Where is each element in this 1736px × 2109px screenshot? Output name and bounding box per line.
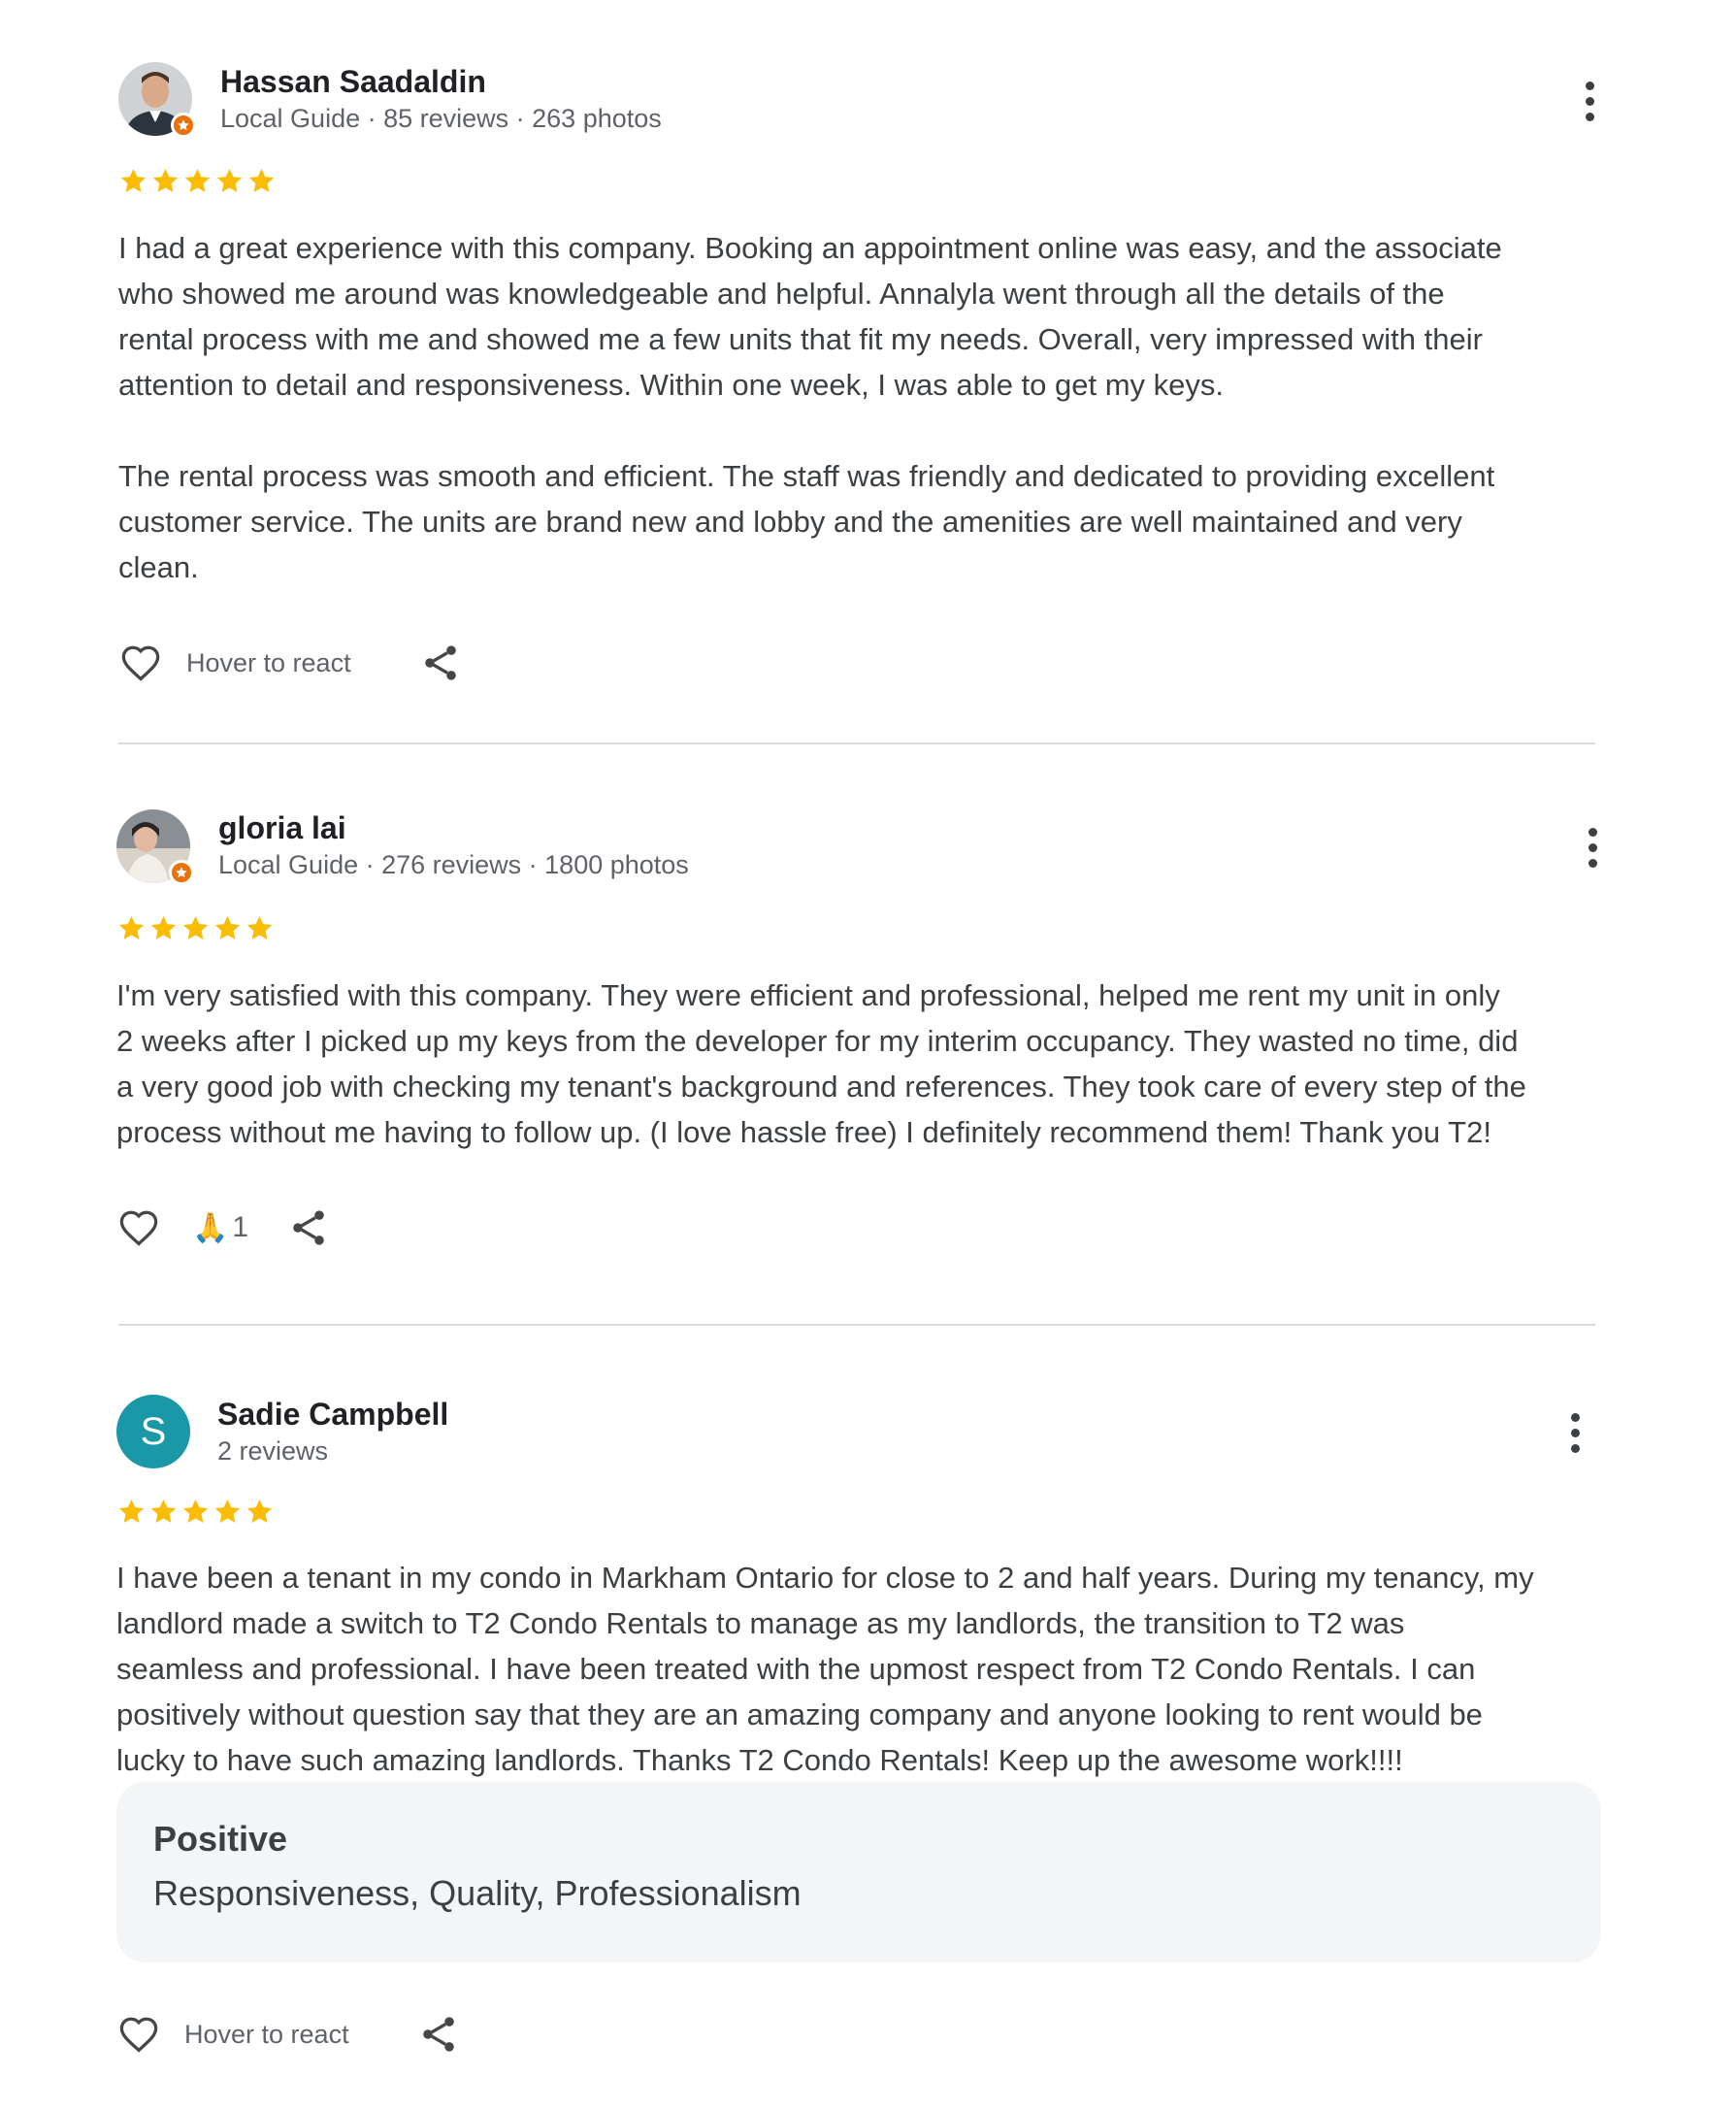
divider: [118, 742, 1595, 744]
star-icon: [150, 166, 180, 196]
star-icon: [182, 166, 213, 196]
more-vert-icon[interactable]: [1556, 1403, 1594, 1462]
share-icon[interactable]: [419, 642, 462, 684]
react-label[interactable]: Hover to react: [184, 2020, 349, 2050]
pray-emoji-icon: 🙏: [192, 1211, 229, 1244]
star-icon: [118, 166, 148, 196]
local-guide-badge-icon: [171, 113, 196, 138]
reviewer-name[interactable]: gloria lai: [218, 810, 346, 846]
star-rating: [118, 166, 277, 196]
star-icon: [214, 166, 245, 196]
reaction-count[interactable]: 🙏 1: [192, 1211, 248, 1245]
review-text: I'm very satisfied with this company. Th…: [116, 978, 1526, 1149]
reviewer-meta[interactable]: 2 reviews: [217, 1436, 328, 1466]
star-icon: [116, 1497, 147, 1527]
star-icon: [180, 1497, 211, 1527]
more-vert-icon[interactable]: [1570, 72, 1609, 130]
review-actions: 🙏 1: [115, 1205, 330, 1250]
star-icon: [148, 1497, 179, 1527]
avatar[interactable]: [116, 809, 194, 885]
avatar[interactable]: [118, 62, 196, 138]
star-icon: [116, 913, 147, 943]
reaction-count-value: 1: [232, 1211, 249, 1243]
review-actions: Hover to react: [115, 2012, 460, 2057]
star-rating: [116, 1497, 275, 1527]
share-icon[interactable]: [287, 1206, 330, 1249]
reviewer-name[interactable]: Hassan Saadaldin: [220, 64, 486, 100]
reviewer-meta[interactable]: Local Guide · 85 reviews · 263 photos: [220, 104, 662, 134]
star-icon: [213, 913, 243, 943]
highlights-title: Positive: [153, 1819, 288, 1859]
local-guide-badge-icon: [169, 860, 194, 885]
review-text: I had a great experience with this compa…: [118, 231, 1502, 584]
review-highlights: Positive Responsiveness, Quality, Profes…: [116, 1782, 1601, 1962]
star-icon: [213, 1497, 243, 1527]
review-text: I have been a tenant in my condo in Mark…: [116, 1561, 1534, 1777]
heart-icon[interactable]: [115, 1205, 163, 1250]
reviewer-meta[interactable]: Local Guide · 276 reviews · 1800 photos: [218, 850, 689, 880]
star-icon: [245, 913, 275, 943]
heart-icon[interactable]: [115, 2012, 163, 2057]
highlights-body: Responsiveness, Quality, Professionalism: [153, 1873, 802, 1913]
avatar[interactable]: S: [116, 1395, 190, 1468]
review-actions: Hover to react: [116, 641, 462, 685]
star-rating: [116, 913, 275, 943]
star-icon: [246, 166, 277, 196]
reviewer-name[interactable]: Sadie Campbell: [217, 1397, 448, 1433]
star-icon: [245, 1497, 275, 1527]
react-label[interactable]: Hover to react: [186, 648, 351, 678]
heart-icon[interactable]: [116, 641, 165, 685]
star-icon: [148, 913, 179, 943]
more-vert-icon[interactable]: [1573, 818, 1612, 876]
divider: [118, 1324, 1595, 1326]
star-icon: [180, 913, 211, 943]
share-icon[interactable]: [417, 2013, 460, 2056]
